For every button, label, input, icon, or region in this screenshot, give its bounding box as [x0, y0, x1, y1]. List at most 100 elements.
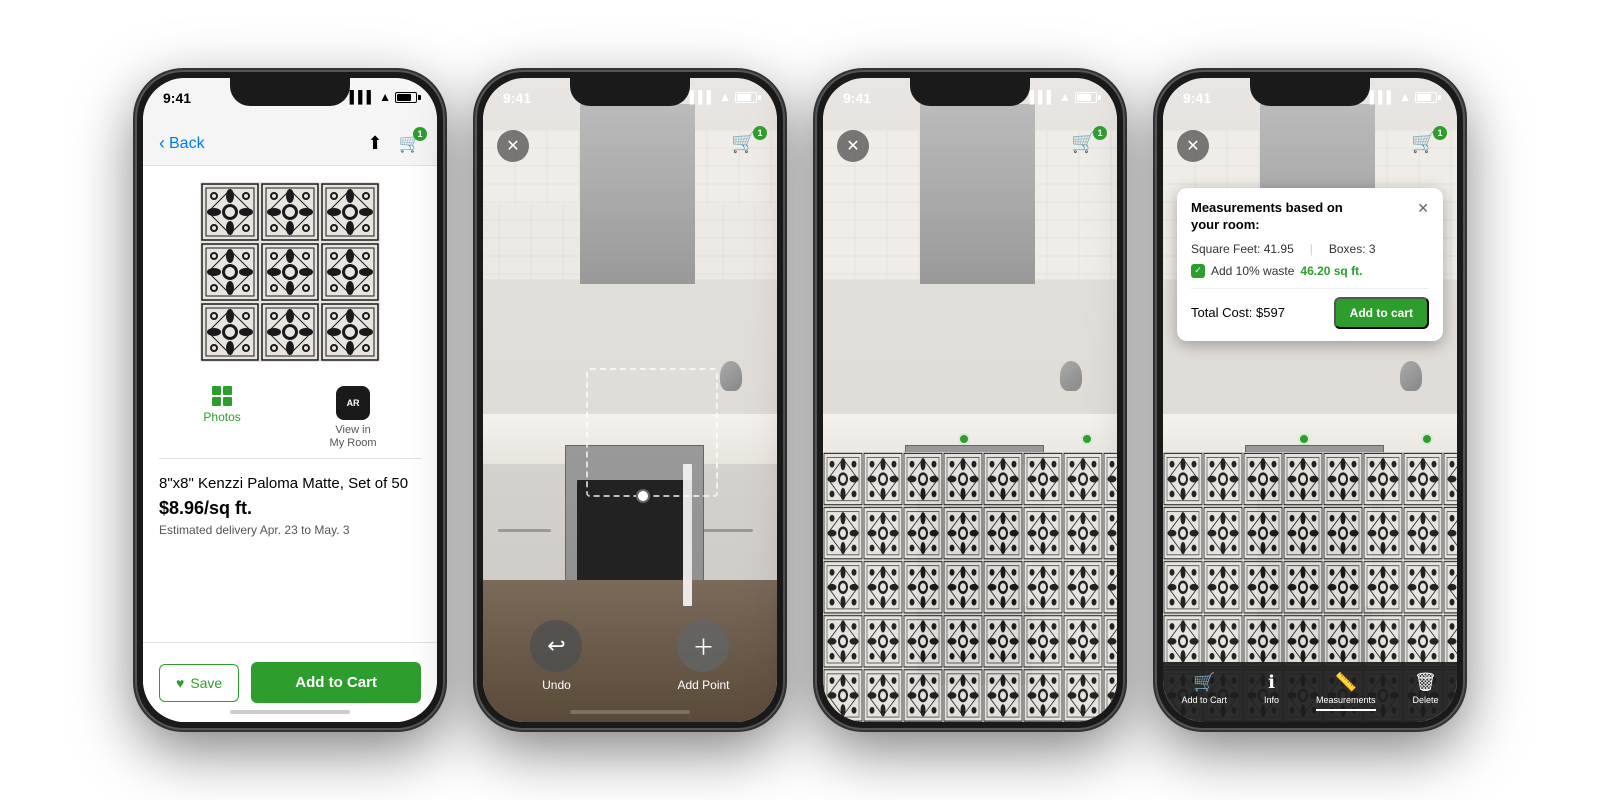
- add-point-button[interactable]: ＋ Add Point: [677, 620, 729, 692]
- status-icons-2: ▌▌▌ ▲: [690, 90, 757, 104]
- undo-icon: ↩: [530, 620, 582, 672]
- status-time-4: 9:41: [1183, 90, 1211, 106]
- toolbar-measurements-icon: 📏: [1335, 672, 1357, 693]
- photos-icon: [212, 386, 232, 406]
- product-name: 8"x8" Kenzzi Paloma Matte, Set of 50: [159, 475, 421, 492]
- boxes-value: 3: [1369, 242, 1376, 256]
- cart-badge: 1: [413, 127, 427, 141]
- mcard-title: Measurements based on your room:: [1191, 200, 1351, 234]
- status-time-3: 9:41: [843, 90, 871, 106]
- scene-kettle-4: [1400, 361, 1422, 391]
- toolbar-delete[interactable]: 🗑 Delete: [1412, 672, 1438, 705]
- notch-2: [570, 78, 690, 106]
- phone-1-inner: 9:41 ▌▌▌ ▲ ‹ Back ⬆: [143, 78, 437, 722]
- status-icons-1: ▌▌▌ ▲: [350, 90, 417, 104]
- signal-icon-2: ▌▌▌: [690, 90, 716, 104]
- toolbar-measurements-label: Measurements: [1316, 695, 1376, 705]
- waste-text: Add 10% waste: [1211, 264, 1294, 278]
- toolbar-info[interactable]: ℹ Info: [1264, 672, 1279, 705]
- add-to-cart-button[interactable]: Add to Cart: [251, 662, 421, 703]
- home-indicator-2: [570, 710, 690, 714]
- undo-label: Undo: [542, 678, 571, 692]
- toolbar-cart-icon: 🛒: [1193, 672, 1215, 693]
- mcard-header: Measurements based on your room: ✕: [1191, 200, 1429, 234]
- phone-2-screen: 9:41 ▌▌▌ ▲ ✕ 🛒 1: [483, 78, 777, 722]
- waste-checkbox[interactable]: ✓: [1191, 264, 1205, 278]
- wifi-icon-2: ▲: [719, 90, 731, 104]
- toolbar-cart-label: Add to Cart: [1181, 695, 1227, 705]
- undo-button[interactable]: ↩ Undo: [530, 620, 582, 692]
- ar-cart-button-2[interactable]: 🛒 1: [731, 130, 763, 162]
- ar-view-tab[interactable]: AR View inMy Room: [330, 386, 377, 450]
- heart-icon: ♥: [176, 675, 184, 691]
- product-info: 8"x8" Kenzzi Paloma Matte, Set of 50 $8.…: [159, 475, 421, 553]
- ar-cart-button-3[interactable]: 🛒 1: [1071, 130, 1103, 162]
- sq-feet-value: 41.95: [1264, 242, 1294, 256]
- wifi-icon-3: ▲: [1059, 90, 1071, 104]
- toolbar-info-label: Info: [1264, 695, 1279, 705]
- toolbar-measurements[interactable]: 📏 Measurements: [1316, 672, 1376, 711]
- patterned-floor-3: [823, 452, 1117, 722]
- view-options: Photos AR View inMy Room: [159, 378, 421, 459]
- measurement-card: Measurements based on your room: ✕ Squar…: [1177, 188, 1443, 341]
- scene-kettle-2: [720, 361, 742, 391]
- back-label: Back: [169, 135, 205, 153]
- total-label: Total Cost:: [1191, 305, 1252, 320]
- mcard-row1: Square Feet: 41.95 | Boxes: 3: [1191, 242, 1429, 256]
- notch-4: [1250, 78, 1370, 106]
- ar-selection-dot-2: [636, 489, 650, 503]
- back-button[interactable]: ‹ Back: [159, 133, 205, 154]
- ar-close-button-4[interactable]: ✕: [1177, 130, 1209, 162]
- phone-1-body: Photos AR View inMy Room 8"x8" Kenzzi Pa…: [143, 166, 437, 642]
- photos-tab[interactable]: Photos: [203, 386, 240, 450]
- mcard-close-button[interactable]: ✕: [1417, 200, 1429, 217]
- wifi-icon-4: ▲: [1399, 90, 1411, 104]
- signal-icon-1: ▌▌▌: [350, 90, 376, 104]
- mcard-total: Total Cost: $597: [1191, 305, 1285, 320]
- mcard-boxes: Boxes: 3: [1329, 242, 1376, 256]
- signal-icon-4: ▌▌▌: [1370, 90, 1396, 104]
- nav-icons: ⬆ 🛒 1: [367, 133, 421, 154]
- handle-4-2: [701, 529, 754, 532]
- phone-2: 9:41 ▌▌▌ ▲ ✕ 🛒 1: [475, 70, 785, 730]
- waste-amount: 46.20 sq ft.: [1300, 264, 1362, 278]
- ar-cart-icon-4: 🛒: [1411, 132, 1436, 154]
- save-button[interactable]: ♥ Save: [159, 664, 239, 702]
- notch-1: [230, 78, 350, 106]
- ar-cart-badge-4: 1: [1433, 126, 1447, 140]
- phone-2-inner: 9:41 ▌▌▌ ▲ ✕ 🛒 1: [483, 78, 777, 722]
- ar-badge: AR: [336, 386, 370, 420]
- phone-4-inner: 9:41 ▌▌▌ ▲ ✕ 🛒 1 Measure: [1163, 78, 1457, 722]
- back-chevron-icon: ‹: [159, 133, 165, 154]
- delivery-info: Estimated delivery Apr. 23 to May. 3: [159, 523, 421, 537]
- mcard-waste-row: ✓ Add 10% waste 46.20 sq ft.: [1191, 264, 1429, 278]
- mcard-add-to-cart-button[interactable]: Add to cart: [1334, 297, 1429, 329]
- ar-close-button-3[interactable]: ✕: [837, 130, 869, 162]
- ar-cart-button-4[interactable]: 🛒 1: [1411, 130, 1443, 162]
- status-time-1: 9:41: [163, 90, 191, 106]
- sq-feet-label: Square Feet:: [1191, 242, 1260, 256]
- toolbar-info-icon: ℹ: [1268, 672, 1275, 693]
- phone-3-inner: 9:41 ▌▌▌ ▲ ✕ 🛒 1: [823, 78, 1117, 722]
- battery-icon-4: [1415, 92, 1437, 103]
- status-icons-4: ▌▌▌ ▲: [1370, 90, 1437, 104]
- phone-1-navbar: ‹ Back ⬆ 🛒 1: [143, 122, 437, 166]
- scene-hood-2: [580, 104, 695, 284]
- toolbar-delete-label: Delete: [1412, 695, 1438, 705]
- ar-close-button-2[interactable]: ✕: [497, 130, 529, 162]
- status-time-2: 9:41: [503, 90, 531, 106]
- ar-cart-badge-3: 1: [1093, 126, 1107, 140]
- phone-4: 9:41 ▌▌▌ ▲ ✕ 🛒 1 Measure: [1155, 70, 1465, 730]
- phone-3-screen: 9:41 ▌▌▌ ▲ ✕ 🛒 1: [823, 78, 1117, 722]
- battery-icon-3: [1075, 92, 1097, 103]
- phone-3-kitchen: [823, 78, 1117, 722]
- add-point-label: Add Point: [677, 678, 729, 692]
- notch-3: [910, 78, 1030, 106]
- scene-hood-3: [920, 104, 1035, 284]
- battery-icon-1: [395, 92, 417, 103]
- share-icon[interactable]: ⬆: [367, 133, 382, 154]
- toolbar-add-to-cart[interactable]: 🛒 Add to Cart: [1181, 672, 1227, 705]
- phone-4-kitchen: [1163, 78, 1457, 722]
- wifi-icon-1: ▲: [379, 90, 391, 104]
- phone-3: 9:41 ▌▌▌ ▲ ✕ 🛒 1: [815, 70, 1125, 730]
